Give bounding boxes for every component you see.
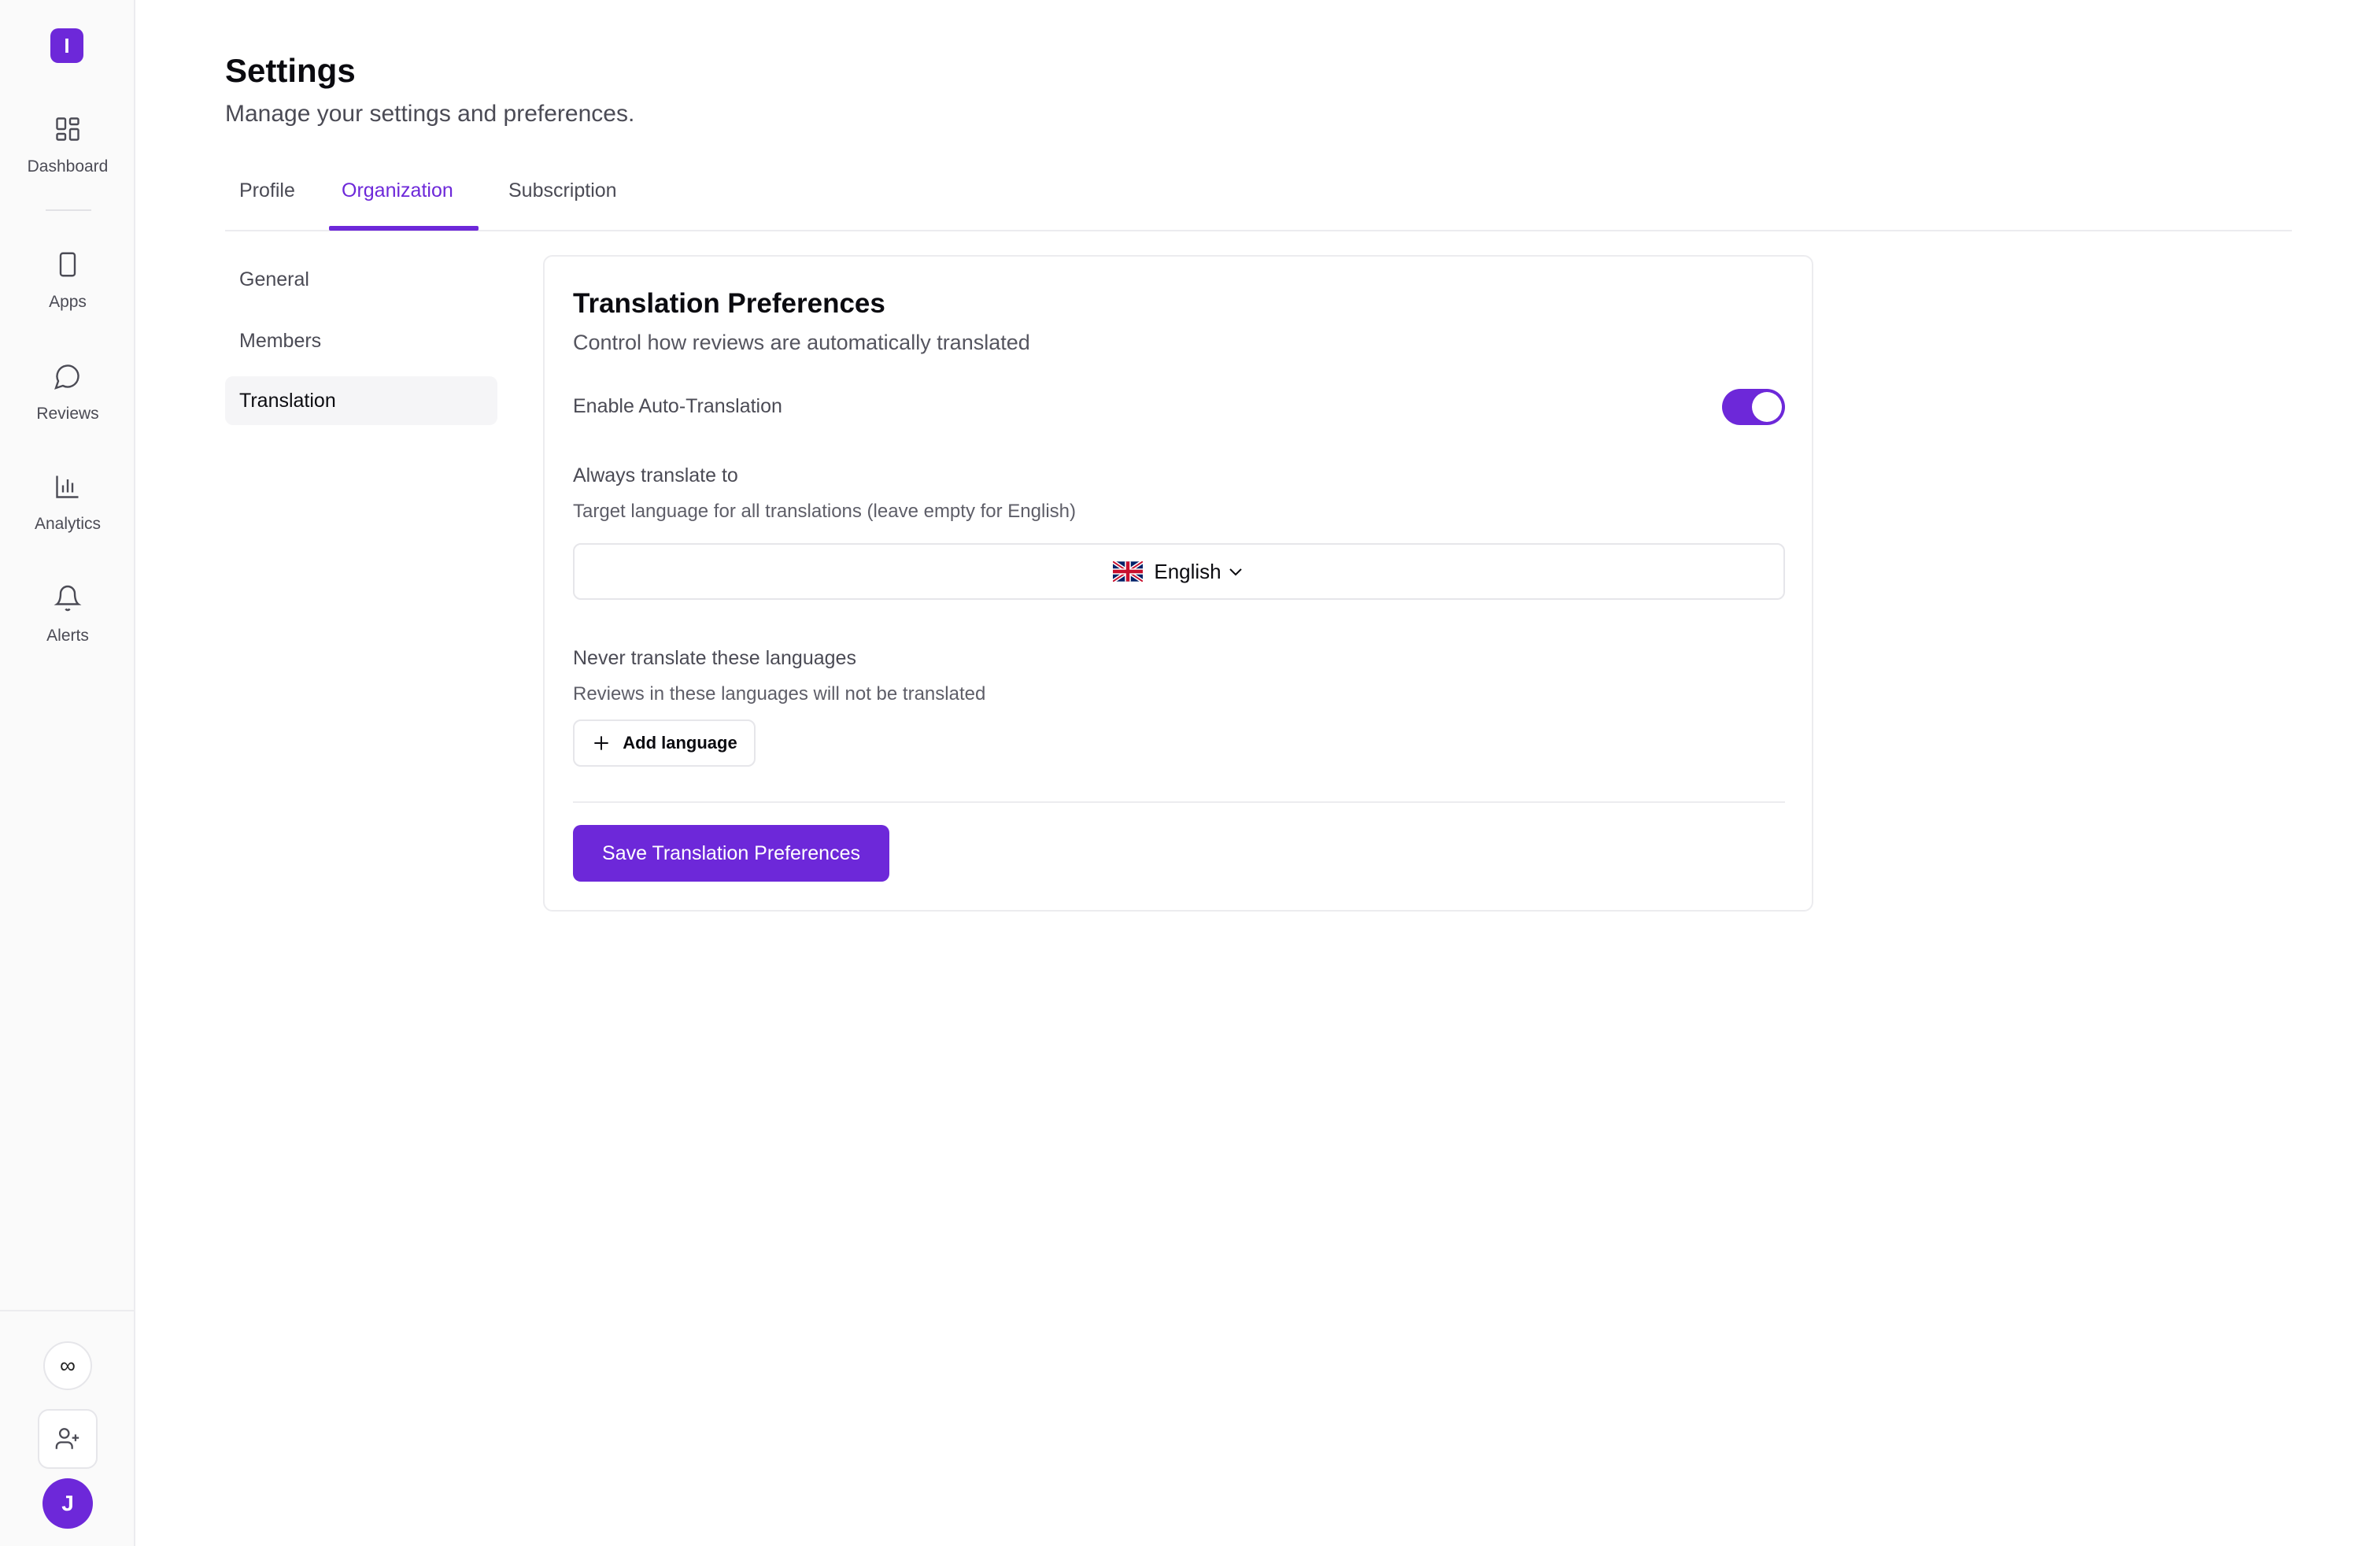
tab-profile[interactable]: Profile [239,179,295,202]
sidebar: I Dashboard Apps Reviews Analytics Alert… [0,0,135,1546]
bell-icon [54,585,82,612]
sidebar-item-label: Alerts [46,627,89,645]
sidebar-bottom-divider [0,1310,135,1311]
subnav-item-translation[interactable]: Translation [225,376,497,425]
sidebar-item-reviews[interactable]: Reviews [0,362,135,457]
page-title: Settings [225,52,356,89]
card-description: Control how reviews are automatically tr… [573,331,1030,354]
tab-organization[interactable]: Organization [342,179,453,202]
user-avatar[interactable]: J [42,1478,93,1529]
card-divider [573,801,1785,803]
target-language-label: Always translate to [573,464,738,486]
sidebar-item-label: Reviews [36,405,99,423]
phone-icon [59,252,76,277]
infinity-button[interactable]: ∞ [43,1341,92,1390]
sidebar-item-label: Analytics [34,515,102,533]
chat-bubble-icon [54,364,79,390]
toggle-knob [1752,392,1782,422]
auto-translation-label: Enable Auto-Translation [573,395,782,417]
subnav-item-members[interactable]: Members [225,316,497,365]
sidebar-item-apps[interactable]: Apps [0,250,135,345]
tabs-divider [225,230,2292,231]
sidebar-item-analytics[interactable]: Analytics [0,472,135,567]
invite-user-button[interactable] [38,1409,98,1469]
never-translate-label: Never translate these languages [573,647,856,669]
target-language-help: Target language for all translations (le… [573,501,1076,522]
add-language-label: Add language [623,733,737,753]
save-translation-preferences-button[interactable]: Save Translation Preferences [573,825,889,882]
bar-chart-icon [56,475,79,498]
plus-icon [594,736,608,750]
app-root: I Dashboard Apps Reviews Analytics Alert… [0,0,2380,1546]
sidebar-item-dashboard[interactable]: Dashboard [0,115,135,209]
chevron-down-icon [1229,568,1242,576]
subnav-item-general[interactable]: General [225,255,497,304]
sidebar-item-label: Apps [49,293,87,311]
add-language-button[interactable]: Add language [573,719,756,767]
dashboard-icon [56,117,79,141]
active-tab-indicator [329,226,479,231]
sidebar-divider [46,209,91,211]
tab-subscription[interactable]: Subscription [508,179,617,202]
user-plus-icon [55,1428,79,1449]
page-subtitle: Manage your settings and preferences. [225,101,635,127]
sidebar-item-label: Dashboard [27,157,109,176]
auto-translation-toggle[interactable] [1722,389,1785,425]
translation-preferences-card: Translation Preferences Control how revi… [543,255,1813,912]
target-language-select[interactable]: English [573,543,1785,600]
card-title: Translation Preferences [573,288,885,319]
sidebar-item-alerts[interactable]: Alerts [0,584,135,679]
infinity-icon: ∞ [60,1353,76,1378]
never-translate-help: Reviews in these languages will not be t… [573,683,986,705]
selected-language: English [1154,559,1221,583]
app-logo[interactable]: I [50,28,83,63]
uk-flag-icon [1113,561,1144,582]
